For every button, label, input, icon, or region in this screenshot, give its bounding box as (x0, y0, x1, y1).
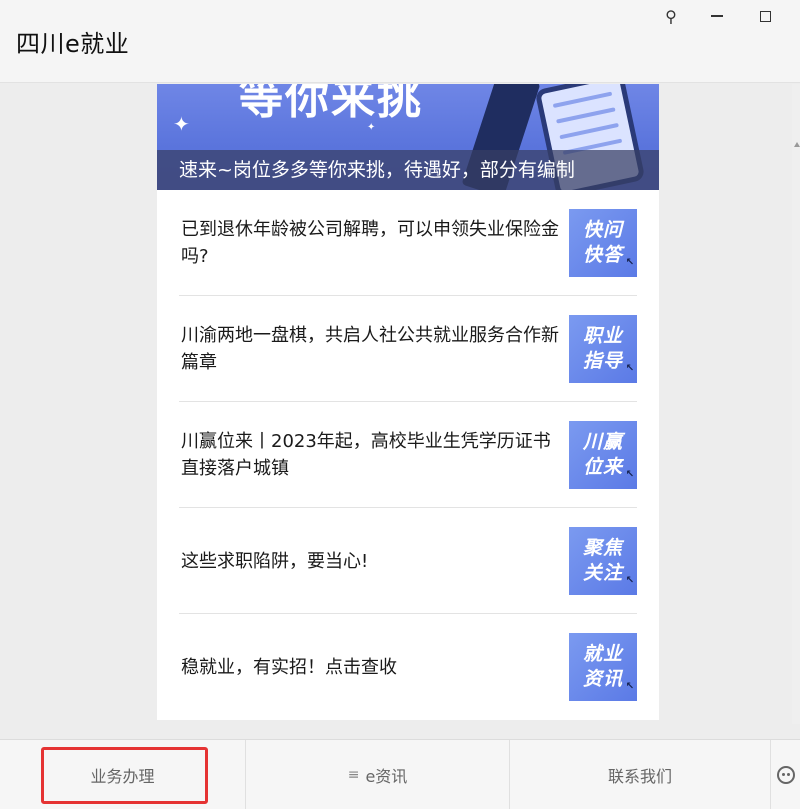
news-thumbnail: 就业 资讯 ↖ (569, 633, 637, 701)
pin-icon[interactable]: ⚲ (656, 4, 686, 28)
thumb-line: 职业 (582, 325, 623, 347)
menu-icon: ≡ (347, 767, 360, 783)
tab-contact[interactable]: 联系我们 (510, 740, 770, 809)
news-thumbnail: 聚焦 关注 ↖ (569, 527, 637, 595)
news-item[interactable]: 已到退休年龄被公司解聘，可以申领失业保险金吗? 快问 快答 ↖ (179, 190, 637, 296)
maximize-icon (759, 10, 771, 22)
sparkle-small-icon: ✦ (367, 122, 376, 133)
minimize-icon (711, 15, 723, 17)
scroll-up-icon[interactable] (794, 142, 800, 147)
thumb-line: 关注 (582, 562, 623, 584)
news-thumbnail: 川赢 位来 ↖ (569, 421, 637, 489)
emoji-icon (776, 766, 795, 784)
banner-caption: 速来~岗位多多等你来挑，待遇好，部分有编制 (157, 150, 659, 190)
news-title: 已到退休年龄被公司解聘，可以申领失业保险金吗? (181, 219, 559, 267)
more-button[interactable] (771, 740, 800, 809)
tab-news-label: e资讯 (365, 767, 408, 786)
thumb-line: 指导 (582, 350, 623, 372)
cursor-icon: ↖ (625, 575, 635, 586)
thumb-line: 快答 (582, 244, 623, 266)
title-bar: 四川e就业 ⚲ (0, 0, 800, 83)
thumb-line: 快问 (582, 219, 623, 241)
thumb-line: 川赢 (582, 431, 623, 453)
thumb-line: 就业 (582, 643, 623, 665)
content-card: 等你来挑 ✦ ✦ 速来~岗位多多等你来挑，待遇好，部分有编制 已到退休年龄被公司… (157, 84, 659, 720)
news-title: 稳就业，有实招！点击查收 (181, 657, 397, 678)
banner[interactable]: 等你来挑 ✦ ✦ 速来~岗位多多等你来挑，待遇好，部分有编制 (157, 84, 659, 190)
cursor-icon: ↖ (625, 257, 635, 268)
news-item[interactable]: 稳就业，有实招！点击查收 就业 资讯 ↖ (179, 614, 637, 720)
news-item[interactable]: 川渝两地一盘棋，共启人社公共就业服务合作新篇章 职业 指导 ↖ (179, 296, 637, 402)
tab-business[interactable]: 业务办理 (0, 740, 245, 809)
news-thumbnail: 职业 指导 ↖ (569, 315, 637, 383)
pin-glyph: ⚲ (665, 6, 677, 26)
tab-news[interactable]: ≡ e资讯 (246, 740, 509, 809)
news-item[interactable]: 这些求职陷阱，要当心! 聚焦 关注 ↖ (179, 508, 637, 614)
news-item[interactable]: 川赢位来丨2023年起，高校毕业生凭学历证书直接落户城镇 川赢 位来 ↖ (179, 402, 637, 508)
sparkle-icon: ✦ (173, 112, 190, 136)
news-title: 这些求职陷阱，要当心! (181, 551, 369, 572)
bottom-tab-bar: 业务办理 ≡ e资讯 联系我们 (0, 739, 800, 809)
cursor-icon: ↖ (625, 681, 635, 692)
news-list: 已到退休年龄被公司解聘，可以申领失业保险金吗? 快问 快答 ↖ 川渝两地一盘棋，… (179, 190, 637, 720)
banner-headline: 等你来挑 (239, 84, 423, 124)
news-thumbnail: 快问 快答 ↖ (569, 209, 637, 277)
cursor-icon: ↖ (625, 363, 635, 374)
news-title: 川赢位来丨2023年起，高校毕业生凭学历证书直接落户城镇 (181, 431, 551, 479)
scrollbar[interactable] (792, 84, 800, 724)
tab-business-label: 业务办理 (90, 767, 155, 786)
thumb-line: 位来 (582, 456, 623, 478)
minimize-button[interactable] (702, 4, 732, 28)
maximize-button[interactable] (750, 4, 780, 28)
thumb-line: 资讯 (582, 668, 623, 690)
app-title: 四川e就业 (16, 30, 130, 58)
tab-contact-label: 联系我们 (607, 767, 672, 786)
cursor-icon: ↖ (625, 469, 635, 480)
thumb-line: 聚焦 (582, 537, 623, 559)
news-title: 川渝两地一盘棋，共启人社公共就业服务合作新篇章 (181, 325, 559, 373)
